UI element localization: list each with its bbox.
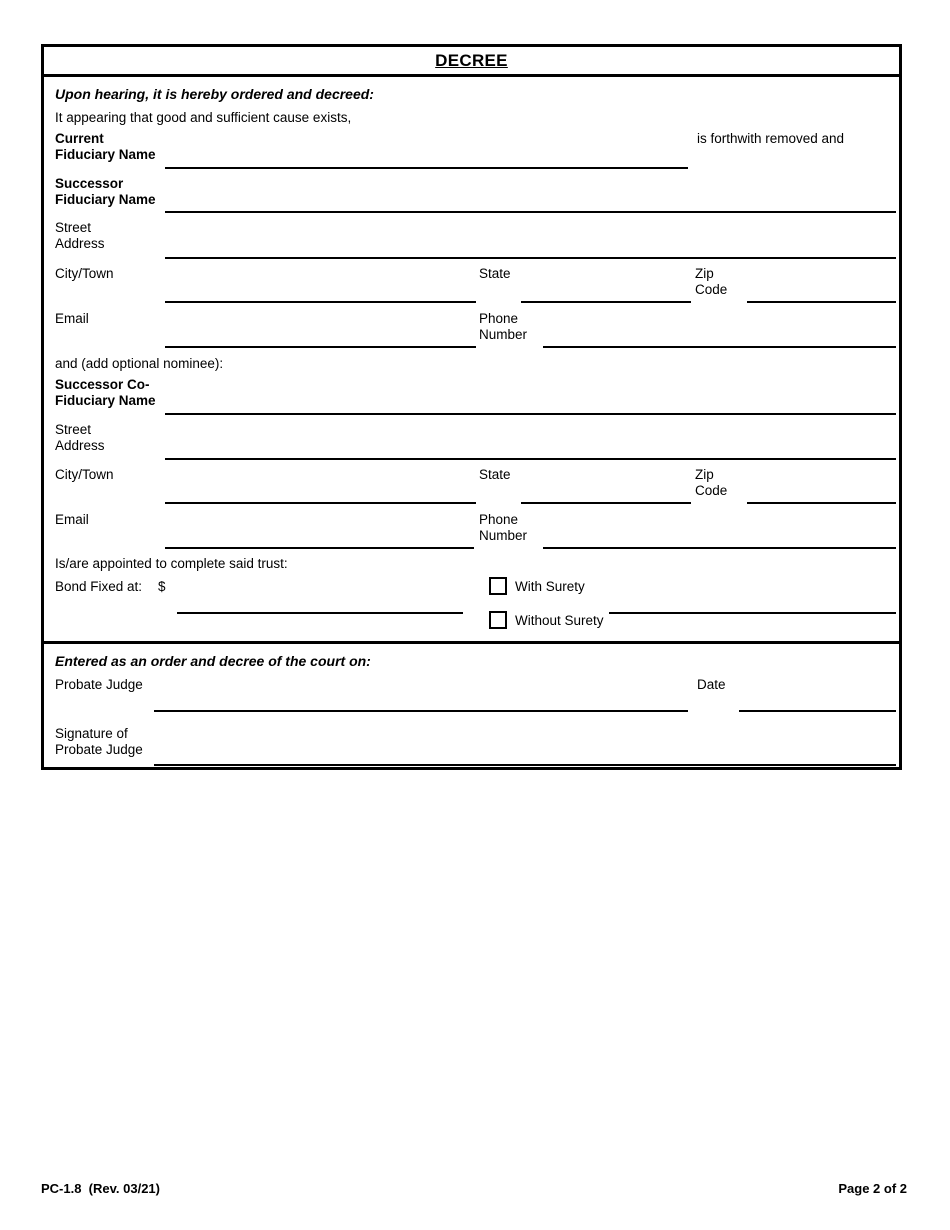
nominee-note-italic: (add optional nominee)	[81, 356, 220, 371]
current-fiduciary-label-line2: Fiduciary Name	[55, 147, 156, 162]
without-surety-label: Without Surety	[515, 613, 604, 628]
date-label: Date	[697, 677, 726, 692]
successor-fiduciary-label-line1: Successor	[55, 176, 124, 191]
entered-heading: Entered as an order and decree of the co…	[55, 653, 371, 669]
co-street-label-line1: Street	[55, 422, 92, 437]
without-surety-checkbox[interactable]	[489, 611, 507, 629]
bond-currency-symbol: $	[158, 579, 166, 594]
co-phone-label-line1: Phone	[479, 512, 519, 527]
successor-fiduciary-input[interactable]	[165, 211, 896, 213]
successor-zip-label-line2: Code	[695, 282, 728, 297]
successor-city-input[interactable]	[165, 301, 476, 303]
entered-order-section: Entered as an order and decree of the co…	[44, 644, 899, 767]
co-email-input[interactable]	[165, 547, 474, 549]
co-city-label: City/Town	[55, 467, 114, 482]
successor-fiduciary-label-line2: Fiduciary Name	[55, 192, 156, 207]
successor-street-label-line2: Address	[55, 236, 105, 251]
page-footer: PC-1.8 (Rev. 03/21) Page 2 of 2	[41, 1181, 909, 1199]
probate-judge-input[interactable]	[154, 710, 688, 712]
co-state-input[interactable]	[521, 502, 691, 504]
successor-email-input[interactable]	[165, 346, 476, 348]
bond-label: Bond Fixed at:	[55, 579, 143, 594]
successor-city-label: City/Town	[55, 266, 114, 281]
co-state-label: State	[479, 467, 511, 482]
bond-amount-input[interactable]	[177, 612, 463, 614]
current-fiduciary-label-line1: Current	[55, 131, 104, 146]
co-fiduciary-label-line2: Fiduciary Name	[55, 393, 156, 408]
co-fiduciary-label-line1: Successor Co-	[55, 377, 150, 392]
decree-intro-text: It appearing that good and sufficient ca…	[55, 110, 352, 125]
decree-heading: Upon hearing, it is hereby ordered and d…	[55, 86, 374, 102]
successor-street-label-line1: Street	[55, 220, 92, 235]
co-zip-input[interactable]	[747, 502, 896, 504]
probate-judge-label: Probate Judge	[55, 677, 143, 692]
form-id-label: PC-1.8 (Rev. 03/21)	[41, 1181, 160, 1196]
successor-zip-label-line1: Zip	[695, 266, 714, 281]
date-input[interactable]	[739, 710, 896, 712]
co-street-label-line2: Address	[55, 438, 105, 453]
co-city-input[interactable]	[165, 502, 476, 504]
successor-state-label: State	[479, 266, 511, 281]
surety-name-input[interactable]	[609, 612, 896, 614]
successor-phone-label-line1: Phone	[479, 311, 519, 326]
co-fiduciary-input[interactable]	[165, 413, 896, 415]
co-phone-input[interactable]	[543, 547, 896, 549]
co-email-label: Email	[55, 512, 89, 527]
decree-form-box: DECREE Upon hearing, it is hereby ordere…	[41, 44, 902, 770]
successor-zip-input[interactable]	[747, 301, 896, 303]
co-street-input[interactable]	[165, 458, 896, 460]
decree-body-section: Upon hearing, it is hereby ordered and d…	[44, 77, 899, 644]
successor-state-input[interactable]	[521, 301, 691, 303]
with-surety-label: With Surety	[515, 579, 585, 594]
signature-input[interactable]	[154, 764, 896, 766]
co-zip-label-line1: Zip	[695, 467, 714, 482]
signature-label-line2: Probate Judge	[55, 742, 143, 757]
successor-phone-input[interactable]	[543, 346, 896, 348]
successor-street-input[interactable]	[165, 257, 896, 259]
forthwith-removed-note: is forthwith removed and	[697, 131, 845, 146]
current-fiduciary-input[interactable]	[165, 167, 688, 169]
form-title-band: DECREE	[44, 47, 899, 77]
co-phone-label-line2: Number	[479, 528, 528, 543]
page-number-label: Page 2 of 2	[838, 1181, 907, 1196]
successor-email-label: Email	[55, 311, 89, 326]
with-surety-checkbox[interactable]	[489, 577, 507, 595]
nominee-note-tail: :	[219, 356, 224, 371]
signature-label-line1: Signature of	[55, 726, 128, 741]
successor-phone-label-line2: Number	[479, 327, 528, 342]
nominee-note: and (add optional nominee):	[55, 356, 223, 372]
nominee-note-plain: and	[55, 356, 82, 371]
co-zip-label-line2: Code	[695, 483, 728, 498]
appointed-note: Is/are appointed to complete said trust:	[55, 556, 288, 571]
page-title: DECREE	[435, 50, 508, 70]
